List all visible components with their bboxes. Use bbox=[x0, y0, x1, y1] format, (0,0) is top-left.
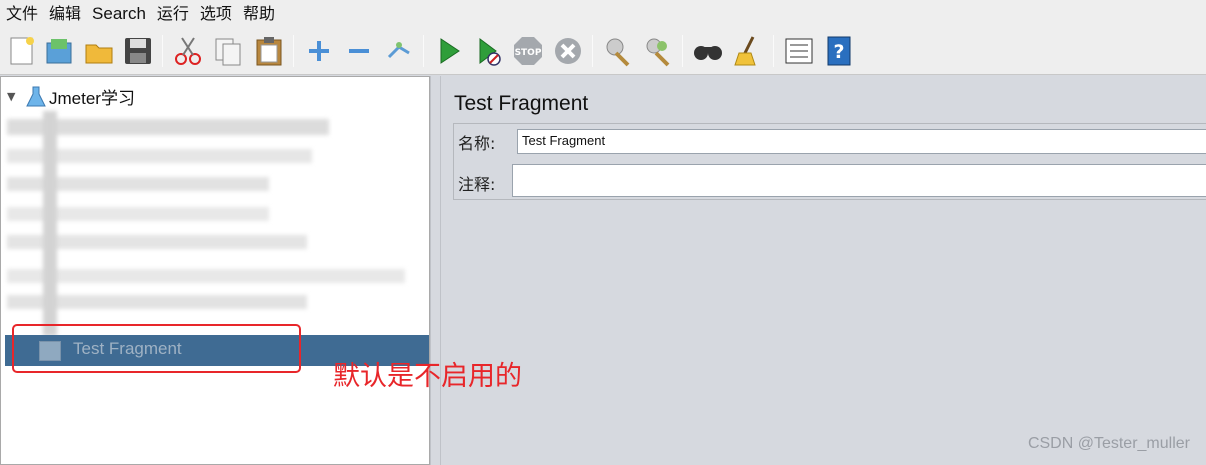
menu-search[interactable]: Search bbox=[92, 0, 146, 27]
paste-icon[interactable] bbox=[253, 35, 285, 67]
svg-text:?: ? bbox=[833, 41, 844, 63]
toolbar-separator bbox=[423, 35, 424, 67]
menu-help[interactable]: 帮助 bbox=[243, 0, 275, 27]
test-fragment-panel: Test Fragment 名称: Test Fragment 注释: bbox=[442, 76, 1206, 465]
collapse-icon[interactable] bbox=[343, 35, 375, 67]
function-helper-icon[interactable] bbox=[783, 35, 815, 67]
jmeter-window: 文件 编辑 Search 运行 选项 帮助 STOP ? ▼ Jmeter学习 … bbox=[0, 0, 1206, 465]
stop-icon[interactable]: STOP bbox=[512, 35, 544, 67]
chevron-down-icon[interactable]: ▼ bbox=[7, 90, 21, 103]
annotation-text: 默认是不启用的 bbox=[333, 361, 522, 392]
menu-edit[interactable]: 编辑 bbox=[49, 0, 81, 27]
start-no-pause-icon[interactable] bbox=[472, 35, 504, 67]
svg-text:STOP: STOP bbox=[515, 48, 542, 58]
copy-icon[interactable] bbox=[212, 35, 244, 67]
toggle-icon[interactable] bbox=[383, 35, 415, 67]
menu-file[interactable]: 文件 bbox=[6, 0, 38, 27]
toolbar-separator bbox=[682, 35, 683, 67]
open-icon[interactable] bbox=[83, 35, 115, 67]
cut-icon[interactable] bbox=[172, 35, 204, 67]
menu-bar: 文件 编辑 Search 运行 选项 帮助 bbox=[0, 0, 1206, 27]
tree-root-label: Jmeter学习 bbox=[49, 88, 135, 108]
split-pane-divider[interactable] bbox=[430, 76, 441, 465]
annotation-highlight-box bbox=[12, 324, 301, 373]
name-comment-form: 名称: Test Fragment 注释: bbox=[453, 123, 1206, 200]
toolbar-separator bbox=[773, 35, 774, 67]
test-plan-flask-icon bbox=[25, 85, 47, 113]
clear-all-icon[interactable] bbox=[642, 35, 674, 67]
menu-run[interactable]: 运行 bbox=[157, 0, 189, 27]
reset-search-icon[interactable] bbox=[733, 35, 765, 67]
toolbar-separator bbox=[293, 35, 294, 67]
comment-field[interactable] bbox=[512, 164, 1206, 197]
toolbar-separator bbox=[592, 35, 593, 67]
help-icon[interactable]: ? bbox=[823, 35, 855, 67]
start-icon[interactable] bbox=[433, 35, 465, 67]
test-plan-tree: ▼ Jmeter学习 Test Fragment bbox=[0, 76, 430, 465]
clear-icon[interactable] bbox=[602, 35, 634, 67]
menu-options[interactable]: 选项 bbox=[200, 0, 232, 27]
templates-icon[interactable] bbox=[43, 35, 75, 67]
search-icon[interactable] bbox=[692, 35, 724, 67]
tree-root-node[interactable]: ▼ Jmeter学习 bbox=[7, 85, 135, 108]
shutdown-icon[interactable] bbox=[552, 35, 584, 67]
new-icon[interactable] bbox=[6, 35, 38, 67]
name-field[interactable]: Test Fragment bbox=[517, 129, 1206, 154]
expand-icon[interactable] bbox=[303, 35, 335, 67]
blurred-tree-items bbox=[1, 111, 431, 336]
save-icon[interactable] bbox=[122, 35, 154, 67]
watermark: CSDN @Tester_muller bbox=[1027, 435, 1190, 452]
comment-label: 注释: bbox=[458, 175, 496, 194]
name-label: 名称: bbox=[458, 134, 496, 153]
toolbar-separator bbox=[162, 35, 163, 67]
toolbar: STOP ? bbox=[0, 27, 1206, 75]
panel-title: Test Fragment bbox=[454, 92, 589, 115]
